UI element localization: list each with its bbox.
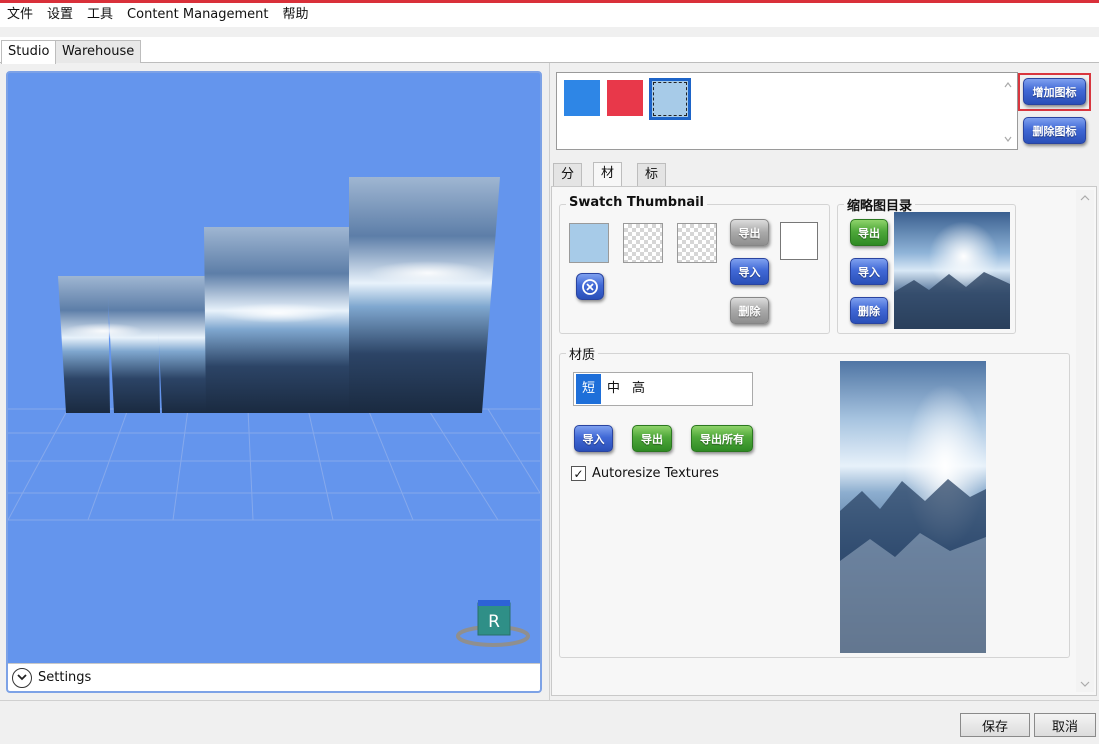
clear-swatch-button[interactable] (576, 273, 604, 300)
footer-bar (0, 700, 1099, 744)
swatch-import-button[interactable]: 导入 (730, 258, 769, 285)
thumbnail-preview-image (894, 212, 1010, 329)
tab-material[interactable]: 材质 (593, 162, 623, 203)
menu-bar: 文件 设置 工具 Content Management 帮助 (0, 3, 1099, 27)
tab-category[interactable]: 分类 (553, 163, 583, 204)
delete-icon-button[interactable]: 删除图标 (1023, 117, 1086, 144)
swatch-color-box[interactable] (780, 222, 818, 260)
floor-grid (8, 408, 540, 521)
menu-content-management[interactable]: Content Management (120, 4, 275, 26)
material-export-button[interactable]: 导出 (632, 425, 672, 452)
settings-label: Settings (38, 670, 92, 685)
lod-selector[interactable]: 短 中 高 (573, 372, 753, 406)
thumbnail-delete-button[interactable]: 删除 (850, 297, 888, 324)
swatch-export-button[interactable]: 导出 (730, 219, 769, 246)
icon-list-scrollbar[interactable] (1001, 75, 1015, 147)
lod-medium[interactable]: 中 (601, 374, 626, 404)
material-texture-preview (840, 361, 986, 653)
tab-studio[interactable]: Studio (1, 40, 57, 64)
content-scrollbar[interactable] (1076, 190, 1094, 692)
thumbnail-import-button[interactable]: 导入 (850, 258, 888, 285)
3d-viewport[interactable]: R Settings (6, 71, 542, 693)
tab-warehouse[interactable]: Warehouse (55, 40, 142, 63)
scene-canvas[interactable] (8, 73, 540, 663)
lod-short[interactable]: 短 (576, 374, 602, 404)
material-import-button[interactable]: 导入 (574, 425, 613, 452)
cancel-button[interactable]: 取消 (1034, 713, 1096, 737)
texture-panels (58, 177, 500, 413)
close-circle-icon (582, 278, 598, 295)
thumbnail-export-button[interactable]: 导出 (850, 219, 888, 246)
material-title: 材质 (566, 344, 599, 363)
icon-list[interactable] (556, 72, 1018, 150)
lod-high[interactable]: 高 (626, 374, 651, 404)
save-button[interactable]: 保存 (960, 713, 1030, 737)
chevron-down-icon[interactable] (12, 667, 32, 688)
menu-settings[interactable]: 设置 (40, 4, 80, 26)
autoresize-checkbox-row[interactable]: ✓ Autoresize Textures (571, 466, 719, 481)
icon-swatch-red[interactable] (607, 80, 643, 116)
nav-cube-label: R (488, 612, 500, 632)
autoresize-label: Autoresize Textures (592, 466, 719, 481)
icon-swatch-light-blue-selected[interactable] (649, 78, 691, 120)
swatch-thumb-empty-1[interactable] (623, 223, 663, 263)
icon-swatch-blue[interactable] (564, 80, 600, 116)
swatch-thumb-main[interactable] (569, 223, 609, 263)
menu-file[interactable]: 文件 (0, 4, 40, 26)
swatch-thumbnail-title: Swatch Thumbnail (566, 195, 708, 210)
autoresize-checkbox[interactable]: ✓ (571, 466, 586, 481)
swatch-delete-button[interactable]: 删除 (730, 297, 769, 324)
add-icon-button[interactable]: 增加图标 (1023, 78, 1086, 105)
menu-help[interactable]: 帮助 (276, 4, 316, 26)
main-tab-strip: Studio Warehouse (0, 37, 1099, 64)
tab-tags[interactable]: 标签 (637, 163, 667, 204)
menu-tools[interactable]: 工具 (80, 4, 120, 26)
swatch-thumb-empty-2[interactable] (677, 223, 717, 263)
material-export-all-button[interactable]: 导出所有 (691, 425, 753, 452)
settings-expander[interactable]: Settings (8, 663, 540, 691)
